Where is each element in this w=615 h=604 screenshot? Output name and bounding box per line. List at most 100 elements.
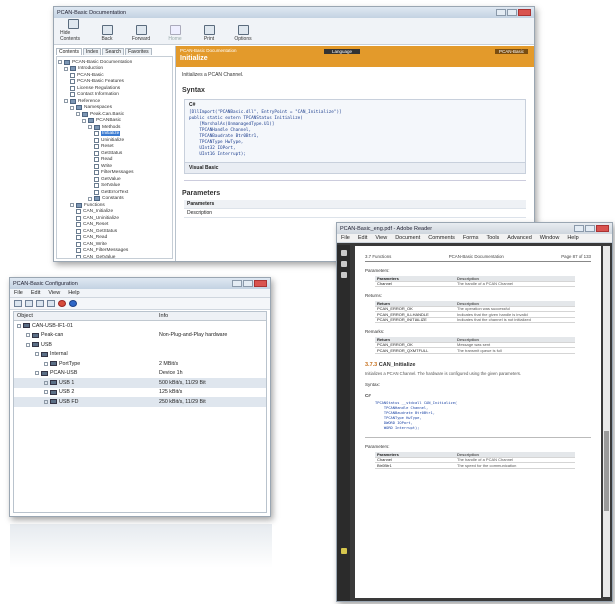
expand-icon[interactable]	[88, 125, 92, 130]
expand-icon[interactable]	[35, 371, 39, 376]
expand-icon[interactable]	[88, 196, 92, 201]
page-icon	[94, 144, 99, 150]
table-row[interactable]: USB 2 125 kBit/s	[14, 388, 266, 398]
table-row[interactable]: Peak-can Non-Plug-and-Play hardware	[14, 331, 266, 341]
book-icon	[82, 111, 88, 117]
expand-icon[interactable]	[58, 60, 62, 65]
expand-icon[interactable]	[26, 333, 30, 338]
expand-icon[interactable]	[17, 323, 21, 328]
menu-edit[interactable]: Edit	[358, 235, 367, 241]
back-button[interactable]: Back	[94, 25, 120, 42]
options-label: Options	[234, 36, 252, 42]
expand-icon[interactable]	[64, 99, 68, 104]
help-nav-pane: Contents Index Search Favorites PCAN-Bas…	[54, 46, 176, 261]
object-name: CAN-USB-IF1-01	[32, 322, 73, 329]
expand-icon[interactable]	[44, 399, 48, 404]
help-window-title: PCAN-Basic Documentation	[57, 9, 127, 16]
table-row[interactable]: CAN-USB-IF1-01	[14, 321, 266, 331]
divider	[184, 180, 526, 181]
expand-icon[interactable]	[35, 352, 39, 357]
menu-document[interactable]: Document	[395, 235, 420, 241]
tab-favorites[interactable]: Favorites	[125, 48, 152, 55]
bookmarks-icon[interactable]	[340, 261, 347, 267]
save-icon[interactable]	[14, 300, 22, 307]
vb-code-header[interactable]: Visual Basic	[185, 162, 525, 173]
delete-icon[interactable]	[58, 300, 66, 307]
page-icon	[76, 254, 81, 258]
expand-icon[interactable]	[44, 390, 48, 395]
expand-icon[interactable]	[44, 361, 48, 366]
menu-tools[interactable]: Tools	[486, 235, 499, 241]
menu-comments[interactable]: Comments	[428, 235, 455, 241]
close-button[interactable]	[596, 225, 609, 232]
page-icon	[94, 183, 99, 189]
page-header-page: Page 87 of 133	[561, 254, 591, 259]
info-icon[interactable]	[69, 300, 77, 307]
table-row[interactable]: PCAN-USB Device 1h	[14, 369, 266, 379]
column-object[interactable]: Object	[14, 313, 156, 319]
object-cell: PCAN-USB	[14, 370, 156, 376]
minimize-button[interactable]	[232, 280, 242, 287]
forward-button[interactable]: Forward	[128, 25, 154, 42]
tree-item[interactable]: CAN_GetValue	[58, 254, 171, 258]
menu-file[interactable]: File	[14, 290, 23, 296]
tab-index[interactable]: Index	[83, 48, 102, 55]
tree-item-label: PCANBasic	[96, 118, 122, 124]
expand-icon[interactable]	[26, 342, 30, 347]
expand-icon[interactable]	[64, 66, 68, 71]
menu-advanced[interactable]: Advanced	[507, 235, 531, 241]
minimize-button[interactable]	[496, 9, 506, 16]
maximize-button[interactable]	[507, 9, 517, 16]
table-row: Channel The handle of a PCAN Channel	[375, 281, 575, 287]
print-button[interactable]: Print	[196, 25, 222, 42]
language-filter[interactable]: Language	[324, 49, 361, 54]
book-icon	[88, 118, 94, 124]
table-row[interactable]: USB FD 250 kBit/s, 11/29 Bit	[14, 397, 266, 407]
close-button[interactable]	[518, 9, 531, 16]
contents-tree[interactable]: PCAN-Basic Documentation Introduction PCAN…	[56, 56, 173, 259]
pages-icon[interactable]	[340, 250, 347, 256]
tab-contents[interactable]: Contents	[56, 48, 83, 55]
menu-edit[interactable]: Edit	[31, 290, 40, 296]
minimize-button[interactable]	[574, 225, 584, 232]
tab-search[interactable]: Search	[102, 48, 125, 55]
menu-view[interactable]: View	[375, 235, 387, 241]
hide-contents-button[interactable]: Hide Contents	[60, 19, 86, 42]
menu-help[interactable]: Help	[68, 290, 79, 296]
attachments-icon[interactable]	[340, 272, 347, 278]
scrollbar-thumb[interactable]	[604, 431, 609, 511]
table-row[interactable]: USB 1 500 kBit/s, 11/29 Bit	[14, 378, 266, 388]
close-button[interactable]	[254, 280, 267, 287]
expand-icon[interactable]	[70, 203, 74, 208]
expand-icon[interactable]	[82, 118, 86, 123]
home-button[interactable]: Home	[162, 25, 188, 42]
cell-description: The handle of a PCAN Channel	[457, 281, 514, 287]
cell-description: Description	[457, 300, 480, 306]
pdf-window-buttons	[574, 225, 609, 232]
comments-icon[interactable]	[340, 548, 347, 554]
menu-forms[interactable]: Forms	[463, 235, 479, 241]
menu-help[interactable]: Help	[567, 235, 578, 241]
copy-icon[interactable]	[25, 300, 33, 307]
book-icon	[94, 124, 100, 130]
options-button[interactable]: Options	[230, 25, 256, 42]
table-row[interactable]: Internal	[14, 350, 266, 360]
object-name: USB 1	[59, 379, 75, 386]
add-icon[interactable]	[36, 300, 44, 307]
table-row[interactable]: USB	[14, 340, 266, 350]
expand-icon[interactable]	[70, 105, 74, 110]
expand-icon[interactable]	[44, 380, 48, 385]
table-row[interactable]: PortType 2 MBit/s	[14, 359, 266, 369]
pdf-scrollbar[interactable]	[603, 246, 610, 597]
column-info[interactable]: Info	[156, 313, 168, 319]
edit-icon[interactable]	[47, 300, 55, 307]
menu-window[interactable]: Window	[540, 235, 560, 241]
menu-file[interactable]: File	[341, 235, 350, 241]
code-line: WORD Interrupt);	[375, 426, 420, 430]
info-cell: 2 MBit/s	[159, 360, 179, 367]
expand-icon[interactable]	[76, 112, 80, 117]
maximize-button[interactable]	[585, 225, 595, 232]
hide-contents-label: Hide Contents	[60, 30, 81, 42]
maximize-button[interactable]	[243, 280, 253, 287]
menu-view[interactable]: View	[48, 290, 60, 296]
